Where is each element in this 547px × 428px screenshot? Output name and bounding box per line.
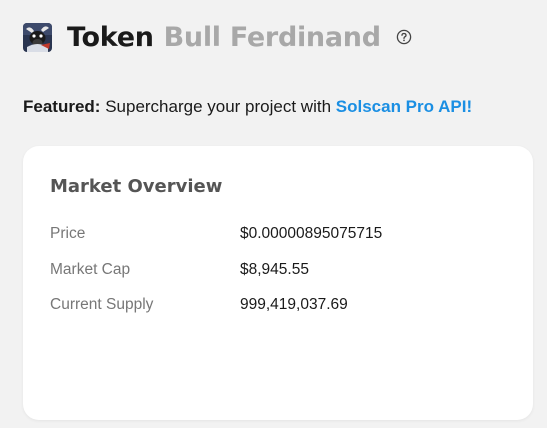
market-cap-label: Market Cap [50,261,131,278]
token-header: Token Bull Ferdinand [23,19,412,55]
price-label: Price [50,225,86,242]
token-logo-icon [23,22,52,52]
featured-text: Supercharge your project with [100,97,336,116]
token-name: Bull Ferdinand [163,21,381,53]
current-supply-label: Current Supply [50,296,154,313]
page-title: Token [67,21,154,53]
question-circle-icon[interactable] [396,29,412,45]
market-overview-title: Market Overview [50,176,223,197]
market-cap-row: Market Cap $8,945.55 [50,261,510,283]
price-row: Price $0.00000895075715 [50,225,510,247]
market-overview-card: Market Overview Price $0.00000895075715 … [23,146,533,420]
solscan-pro-api-link[interactable]: Solscan Pro API! [336,97,472,116]
current-supply-row: Current Supply 999,419,037.69 [50,296,510,318]
token-page: Token Bull Ferdinand Featured: Superchar… [0,0,547,428]
price-value: $0.00000895075715 [240,225,383,242]
featured-label: Featured: [23,97,101,116]
current-supply-value: 999,419,037.69 [240,296,348,313]
market-cap-value: $8,945.55 [240,261,309,278]
featured-banner: Featured: Supercharge your project with … [23,96,472,118]
